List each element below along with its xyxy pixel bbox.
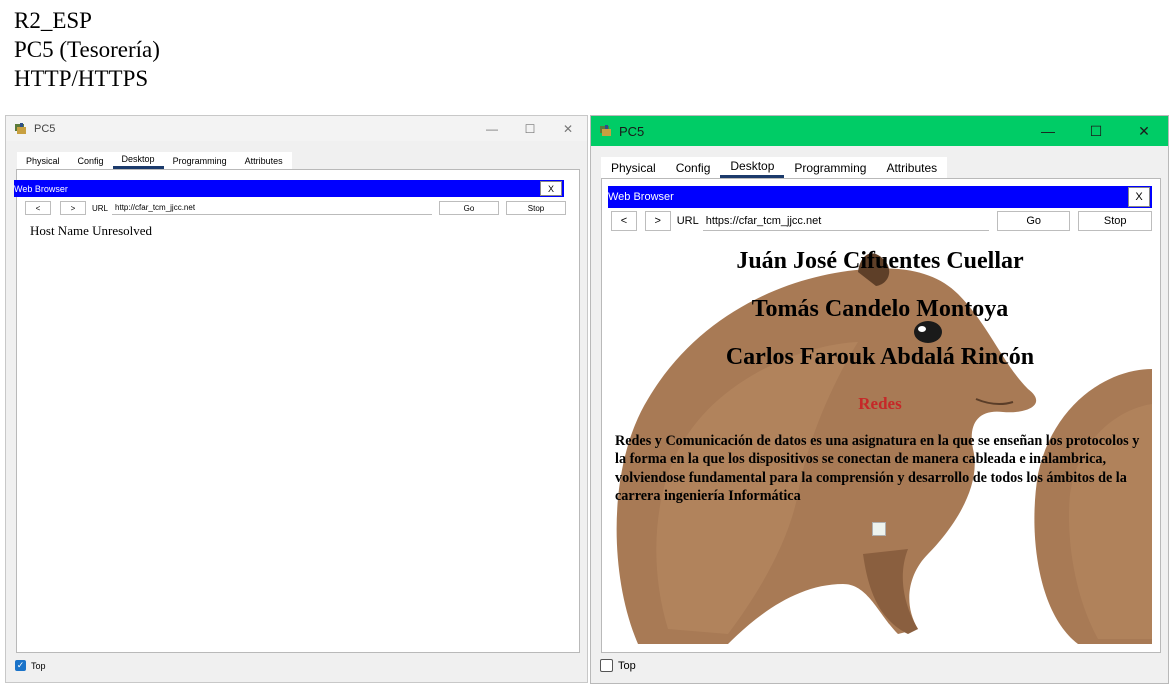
go-button[interactable]: Go xyxy=(996,211,1071,231)
url-label: URL xyxy=(92,203,109,213)
tab-bar: Physical Config Desktop Programming Attr… xyxy=(17,152,292,169)
browser-close-button[interactable]: X xyxy=(1128,187,1150,207)
tab-programming[interactable]: Programming xyxy=(784,157,877,178)
web-browser-title: Web Browser xyxy=(608,191,674,203)
minimize-button[interactable]: — xyxy=(1024,116,1072,146)
web-browser-header: Web Browser X xyxy=(14,180,564,197)
top-checkbox-row: ✓ Top xyxy=(15,660,46,671)
back-button[interactable]: < xyxy=(25,201,51,215)
window-title: PC5 xyxy=(34,122,56,135)
tab-desktop[interactable]: Desktop xyxy=(112,152,164,169)
title-bar[interactable]: PC5 — ☐ ✕ xyxy=(591,116,1168,146)
title-bar[interactable]: PC5 — ☐ ✕ xyxy=(6,116,587,141)
tab-config[interactable]: Config xyxy=(665,157,721,178)
browser-close-button[interactable]: X xyxy=(540,181,562,196)
maximize-button[interactable]: ☐ xyxy=(511,116,549,141)
forward-button[interactable]: > xyxy=(60,201,86,215)
tab-desktop[interactable]: Desktop xyxy=(720,157,785,178)
tab-config[interactable]: Config xyxy=(68,152,113,169)
tab-attributes[interactable]: Attributes xyxy=(876,157,948,178)
page-heading-name-1: Juán José Cifuentes Cuellar xyxy=(736,248,1024,274)
url-label: URL xyxy=(676,215,699,227)
web-browser-title: Web Browser xyxy=(14,183,68,194)
tab-attributes[interactable]: Attributes xyxy=(235,152,292,169)
packet-tracer-icon xyxy=(599,124,613,138)
web-browser-header: Web Browser X xyxy=(608,186,1152,208)
pc5-window-left: PC5 — ☐ ✕ Physical Config Desktop Progra… xyxy=(5,115,588,683)
top-label: Top xyxy=(31,660,46,671)
address-bar: < > URL Go Stop xyxy=(611,211,1152,231)
top-checkbox[interactable]: ✓ xyxy=(15,660,26,671)
page-subject-heading: Redes xyxy=(858,394,902,413)
close-button[interactable]: ✕ xyxy=(1120,116,1168,146)
close-button[interactable]: ✕ xyxy=(549,116,587,141)
address-bar: < > URL Go Stop xyxy=(25,201,573,215)
document-text: R2_ESP PC5 (Tesorería) HTTP/HTTPS xyxy=(14,6,160,93)
forward-button[interactable]: > xyxy=(644,211,671,231)
url-input[interactable] xyxy=(702,211,989,231)
page-paragraph: Redes y Comunicación de datos es una asi… xyxy=(615,433,1140,505)
tab-bar: Physical Config Desktop Programming Attr… xyxy=(601,157,948,178)
doc-line-router: R2_ESP xyxy=(14,8,92,33)
window-title: PC5 xyxy=(619,123,645,139)
browser-view: Host Name Unresolved xyxy=(23,219,573,645)
doc-line-protocol: HTTP/HTTPS xyxy=(14,66,149,91)
top-label: Top xyxy=(618,659,636,672)
browser-view: Juán José Cifuentes Cuellar Tomás Candel… xyxy=(608,234,1152,644)
stop-button[interactable]: Stop xyxy=(1078,211,1152,231)
go-button[interactable]: Go xyxy=(439,201,500,215)
tab-programming[interactable]: Programming xyxy=(163,152,236,169)
tab-physical[interactable]: Physical xyxy=(17,152,69,169)
packet-tracer-icon xyxy=(14,122,28,136)
maximize-button[interactable]: ☐ xyxy=(1072,116,1120,146)
url-input[interactable] xyxy=(112,201,433,215)
top-checkbox[interactable] xyxy=(600,659,613,672)
page-heading-name-2: Tomás Candelo Montoya xyxy=(751,296,1009,322)
stop-button[interactable]: Stop xyxy=(506,201,567,215)
page-heading-name-3: Carlos Farouk Abdalá Rincón xyxy=(725,344,1035,370)
back-button[interactable]: < xyxy=(611,211,637,231)
top-checkbox-row: Top xyxy=(600,659,636,672)
pc5-window-right: PC5 — ☐ ✕ Physical Config Desktop Progra… xyxy=(590,115,1169,684)
error-message: Host Name Unresolved xyxy=(30,223,153,238)
doc-line-pc: PC5 (Tesorería) xyxy=(14,37,160,62)
minimize-button[interactable]: — xyxy=(473,116,511,141)
tab-physical[interactable]: Physical xyxy=(601,157,666,178)
broken-image-icon xyxy=(872,522,886,536)
